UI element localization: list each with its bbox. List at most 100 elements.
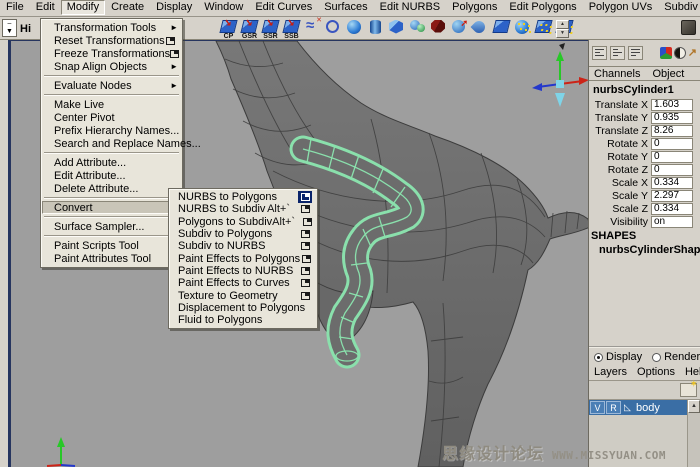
cp-icon[interactable]: CP xyxy=(219,19,238,39)
channel-value-field[interactable]: 0 xyxy=(651,151,693,163)
channel-value-field[interactable]: 0.935 xyxy=(651,112,693,124)
channel-value-field[interactable]: 8.26 xyxy=(651,125,693,137)
menu-set-dropdown[interactable]: –▼ xyxy=(2,19,17,37)
spinner-up-icon[interactable]: ▲ xyxy=(556,20,569,29)
menubar-item-polygons[interactable]: Polygons xyxy=(446,0,503,15)
menubar-item-subdiv-surfaces[interactable]: Subdiv Surfaces xyxy=(658,0,700,15)
radio-display[interactable]: Display xyxy=(594,351,642,363)
convert-submenu-item-subdiv-to-nurbs[interactable]: Subdiv to NURBS xyxy=(170,240,316,252)
radio-render[interactable]: Render xyxy=(652,351,700,363)
convert-submenu-item-paint-effects-to-curves[interactable]: Paint Effects to Curves xyxy=(170,277,316,289)
channel-box-shape-node[interactable]: nurbsCylinderShape1 xyxy=(589,244,700,257)
modify-menu-item-evaluate-nodes[interactable]: Evaluate Nodes► xyxy=(42,79,181,92)
convert-submenu-item-paint-effects-to-polygons[interactable]: Paint Effects to Polygons xyxy=(170,252,316,264)
option-box-icon[interactable] xyxy=(300,253,312,265)
convert-submenu-item-subdiv-to-polygons[interactable]: Subdiv to Polygons xyxy=(170,228,316,240)
smooth-shade-icon[interactable] xyxy=(450,19,469,39)
modify-menu-item-search-and-replace-names[interactable]: Search and Replace Names... xyxy=(42,137,181,150)
half-circle-icon[interactable] xyxy=(674,47,686,59)
paint-tool-icon[interactable] xyxy=(471,19,490,39)
menubar-item-file[interactable]: File xyxy=(0,0,30,15)
option-box-icon[interactable] xyxy=(298,277,312,289)
gsr-icon[interactable]: GSR xyxy=(240,19,259,39)
make-circle-icon[interactable] xyxy=(324,19,343,39)
channel-box-tab-channels[interactable]: Channels xyxy=(594,68,640,79)
menubar-item-display[interactable]: Display xyxy=(150,0,198,15)
modify-menu-item-transformation-tools[interactable]: Transformation Tools► xyxy=(42,21,181,34)
channel-value-field[interactable]: 0 xyxy=(651,164,693,176)
option-box-icon[interactable] xyxy=(165,35,177,47)
convert-submenu-item-displacement-to-polygons[interactable]: Displacement to Polygons xyxy=(170,302,316,314)
modify-menu-item-add-attribute[interactable]: Add Attribute... xyxy=(42,156,181,169)
panel-layout-icon-2[interactable] xyxy=(610,46,625,60)
layer-list-scrollbar[interactable]: ▲ xyxy=(687,400,700,467)
panel-layout-icon-1[interactable] xyxy=(592,46,607,60)
layer-visible-toggle[interactable]: V xyxy=(590,401,605,414)
channel-box-tab-object[interactable]: Object xyxy=(652,68,684,79)
option-box-icon[interactable] xyxy=(298,191,312,203)
layer-row-body[interactable]: VR◺body xyxy=(589,400,687,415)
spinner-down-icon[interactable]: ▼ xyxy=(556,29,569,38)
menubar-item-create[interactable]: Create xyxy=(105,0,150,15)
option-box-icon[interactable] xyxy=(303,216,312,228)
modify-menu-item-convert[interactable]: Convert► xyxy=(42,201,181,214)
option-box-icon[interactable] xyxy=(298,228,312,240)
menubar-item-edit-nurbs[interactable]: Edit NURBS xyxy=(374,0,447,15)
channel-value-field[interactable]: on xyxy=(651,216,693,228)
low-poly-icon[interactable] xyxy=(429,19,448,39)
channel-value-field[interactable]: 0.334 xyxy=(651,203,693,215)
layer-render-toggle[interactable]: R xyxy=(606,401,621,414)
cube-icon[interactable] xyxy=(387,19,406,39)
modify-menu-item-make-live[interactable]: Make Live xyxy=(42,98,181,111)
modify-menu-item-freeze-transformations[interactable]: Freeze Transformations xyxy=(42,47,181,60)
sphere-group-icon[interactable] xyxy=(408,19,427,39)
cylinder-icon[interactable] xyxy=(366,19,385,39)
convert-submenu-item-paint-effects-to-nurbs[interactable]: Paint Effects to NURBS xyxy=(170,265,316,277)
channel-value-field[interactable]: 0 xyxy=(651,138,693,150)
ssb-icon[interactable]: SSB xyxy=(282,19,301,39)
convert-submenu-item-nurbs-to-polygons[interactable]: NURBS to Polygons xyxy=(170,191,316,203)
menubar-item-modify[interactable]: Modify xyxy=(61,0,105,15)
panel-layout-icon-3[interactable] xyxy=(628,46,643,60)
status-line-end-icon[interactable] xyxy=(681,20,696,35)
menubar-item-window[interactable]: Window xyxy=(198,0,249,15)
new-layer-icon[interactable] xyxy=(680,383,697,397)
option-box-icon[interactable] xyxy=(298,203,312,215)
channel-value-field[interactable]: 1.603 xyxy=(651,99,693,111)
layer-menu-options[interactable]: Options xyxy=(637,366,675,378)
option-box-icon[interactable] xyxy=(298,265,312,277)
poly-sphere-icon[interactable] xyxy=(513,19,532,39)
modify-menu-item-prefix-hierarchy-names[interactable]: Prefix Hierarchy Names... xyxy=(42,124,181,137)
modify-menu-item-delete-attribute[interactable]: Delete Attribute... xyxy=(42,182,181,195)
poly-plane-a-icon[interactable] xyxy=(534,19,553,39)
convert-submenu-item-polygons-to-subdiv[interactable]: Polygons to SubdivAlt+` xyxy=(170,216,316,228)
arrow-ne-icon[interactable]: ↗ xyxy=(688,47,697,59)
option-box-icon[interactable] xyxy=(170,48,179,60)
modify-menu-item-surface-sampler[interactable]: Surface Sampler... xyxy=(42,220,181,233)
scroll-up-icon[interactable]: ▲ xyxy=(688,400,700,413)
convert-submenu-item-nurbs-to-subdiv[interactable]: NURBS to SubdivAlt+` xyxy=(170,203,316,215)
plane-icon[interactable] xyxy=(492,19,511,39)
sphere-icon[interactable] xyxy=(345,19,364,39)
modify-menu-item-paint-attributes-tool[interactable]: Paint Attributes Tool xyxy=(42,252,181,265)
channel-value-field[interactable]: 2.297 xyxy=(651,190,693,202)
option-box-icon[interactable] xyxy=(298,290,312,302)
convert-submenu-item-texture-to-geometry[interactable]: Texture to Geometry xyxy=(170,289,316,301)
menu-set-selector[interactable]: –▼ Hi xyxy=(2,19,31,37)
layer-menu-layers[interactable]: Layers xyxy=(594,366,627,378)
modify-menu-item-edit-attribute[interactable]: Edit Attribute... xyxy=(42,169,181,182)
color-feedback-icon[interactable] xyxy=(660,47,672,59)
convert-submenu-item-fluid-to-polygons[interactable]: Fluid to Polygons xyxy=(170,314,316,326)
menubar-item-edit[interactable]: Edit xyxy=(30,0,61,15)
move-manipulator-gizmo[interactable] xyxy=(532,43,588,107)
modify-menu-item-paint-scripts-tool[interactable]: Paint Scripts Tool xyxy=(42,239,181,252)
option-box-icon[interactable] xyxy=(298,240,312,252)
menubar-item-edit-curves[interactable]: Edit Curves xyxy=(249,0,318,15)
snap-curve-icon[interactable] xyxy=(303,19,322,39)
ssr-icon[interactable]: SSR xyxy=(261,19,280,39)
channel-value-field[interactable]: 0.334 xyxy=(651,177,693,189)
menubar-item-surfaces[interactable]: Surfaces xyxy=(318,0,373,15)
layer-menu-help[interactable]: Help xyxy=(685,366,700,378)
modify-menu-item-snap-align-objects[interactable]: Snap Align Objects► xyxy=(42,60,181,73)
menubar-item-edit-polygons[interactable]: Edit Polygons xyxy=(503,0,582,15)
